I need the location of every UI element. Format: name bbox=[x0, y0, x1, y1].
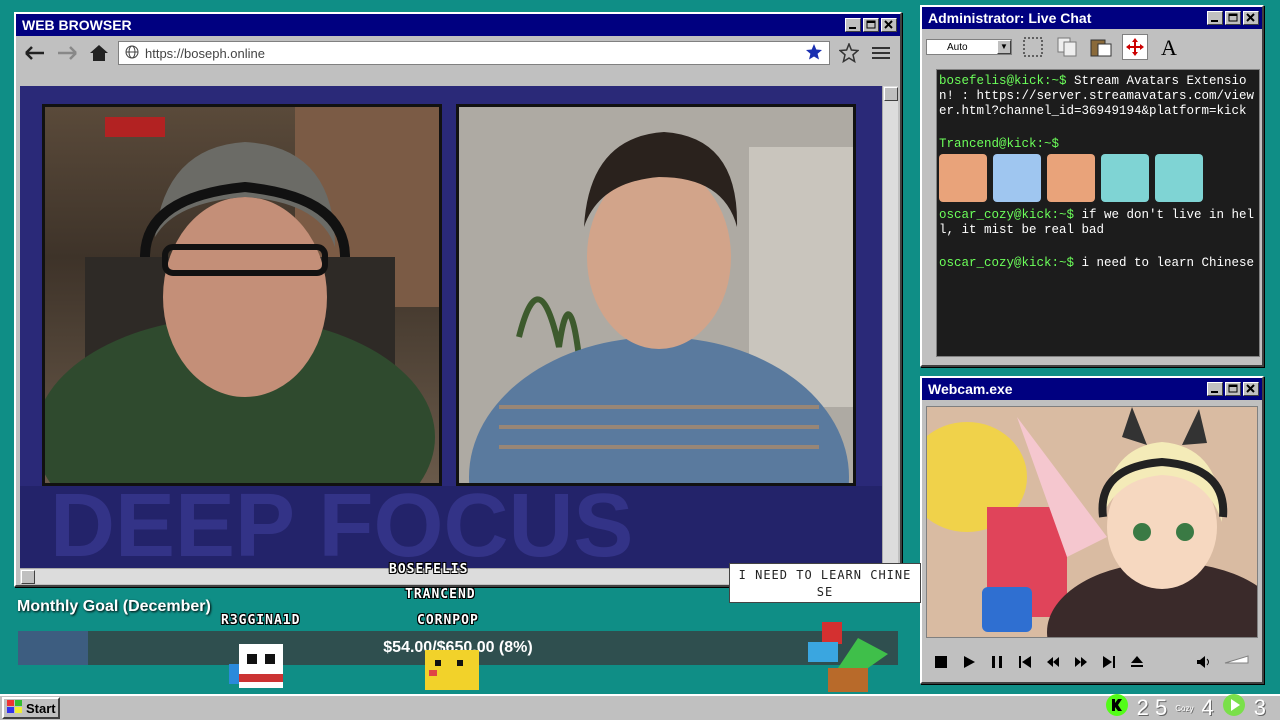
play-icon[interactable] bbox=[962, 655, 976, 669]
avatar-name-r3gginald: R3GGINA1D bbox=[221, 613, 301, 628]
pixel-avatar-pikachu bbox=[425, 650, 479, 690]
goal-title: Monthly Goal (December) bbox=[17, 598, 211, 615]
emote-row bbox=[939, 154, 1257, 202]
browser-title: WEB BROWSER bbox=[22, 17, 132, 33]
volume-slider[interactable] bbox=[1224, 653, 1250, 672]
maximize-button[interactable] bbox=[1225, 11, 1241, 25]
chat-text: i need to learn Chinese bbox=[1074, 256, 1255, 270]
pixel-avatar-plant-knight bbox=[808, 622, 888, 692]
svg-text:DEEP FOCUS: DEEP FOCUS bbox=[50, 476, 633, 568]
teal-maid-emote-icon bbox=[1155, 154, 1203, 202]
font-icon[interactable]: A bbox=[1156, 34, 1182, 60]
forward-arrow-icon[interactable] bbox=[54, 41, 80, 65]
chat-message: oscar_cozy@kick:~$ if we don't live in h… bbox=[939, 208, 1257, 238]
chat-toolbar: Auto ▼ A bbox=[922, 29, 1262, 65]
chat-username[interactable]: bosefelis@kick:~$ bbox=[939, 74, 1067, 88]
chat-username[interactable]: Trancend@kick:~$ bbox=[939, 137, 1059, 151]
minimize-button[interactable] bbox=[1207, 382, 1223, 396]
live-chat-window: Administrator: Live Chat Auto ▼ A bosefe… bbox=[920, 5, 1264, 367]
pixel-avatar-panda bbox=[229, 644, 283, 688]
paste-icon[interactable] bbox=[1088, 34, 1114, 60]
chat-log[interactable]: bosefelis@kick:~$ Stream Avatars Extensi… bbox=[936, 69, 1260, 357]
chat-message: bosefelis@kick:~$ Stream Avatars Extensi… bbox=[939, 74, 1257, 119]
kick-logo-icon[interactable] bbox=[1105, 693, 1129, 720]
webcam-titlebar[interactable]: Webcam.exe bbox=[922, 378, 1262, 400]
webcam-feed-right bbox=[456, 104, 856, 486]
chat-username[interactable]: oscar_cozy@kick:~$ bbox=[939, 256, 1074, 270]
volume-icon[interactable] bbox=[1196, 655, 1210, 669]
svg-text:A: A bbox=[1161, 36, 1177, 58]
url-text: https://boseph.online bbox=[145, 45, 265, 61]
stream-viewport: DEEP FOCUS bbox=[20, 86, 882, 568]
start-button[interactable]: Start bbox=[2, 697, 60, 719]
back-arrow-icon[interactable] bbox=[22, 41, 48, 65]
person-left-image bbox=[45, 107, 439, 483]
fast-forward-icon[interactable] bbox=[1074, 655, 1088, 669]
system-tray: 2 5 Cozy 4 3 bbox=[1105, 693, 1266, 720]
chat-titlebar[interactable]: Administrator: Live Chat bbox=[922, 7, 1262, 29]
bookmark-star-outline-icon[interactable] bbox=[836, 41, 862, 65]
webcam-window: Webcam.exe bbox=[920, 376, 1264, 684]
tray-counter-c: 3 bbox=[1253, 695, 1266, 720]
close-button[interactable] bbox=[1243, 11, 1259, 25]
webcam-feed-left bbox=[42, 104, 442, 486]
chevron-down-icon[interactable]: ▼ bbox=[997, 40, 1011, 54]
skip-forward-icon[interactable] bbox=[1102, 655, 1116, 669]
minimize-button[interactable] bbox=[1207, 11, 1223, 25]
close-button[interactable] bbox=[1243, 382, 1259, 396]
windows-logo-icon bbox=[7, 699, 23, 717]
play-circle-icon[interactable] bbox=[1222, 693, 1246, 720]
blue-hair-emote-icon bbox=[993, 154, 1041, 202]
globe-icon bbox=[125, 45, 139, 62]
zoom-select[interactable]: Auto ▼ bbox=[926, 39, 1012, 55]
select-marquee-icon[interactable] bbox=[1020, 34, 1046, 60]
vtuber-avatar-view bbox=[926, 406, 1258, 638]
anime-girl-emote-icon bbox=[1047, 154, 1095, 202]
copy-icon[interactable] bbox=[1054, 34, 1080, 60]
pause-icon[interactable] bbox=[990, 655, 1004, 669]
maximize-button[interactable] bbox=[863, 18, 879, 32]
zoom-select-value: Auto bbox=[947, 41, 968, 53]
stop-icon[interactable] bbox=[934, 655, 948, 669]
rewind-icon[interactable] bbox=[1046, 655, 1060, 669]
person-right-image bbox=[459, 107, 853, 483]
vertical-scrollbar[interactable] bbox=[882, 86, 898, 568]
browser-navbar: https://boseph.online bbox=[16, 36, 900, 70]
avatar-name-bosefelis: BOSEFELIS bbox=[389, 562, 469, 577]
maximize-button[interactable] bbox=[1225, 382, 1241, 396]
chat-message: Trancend@kick:~$ bbox=[939, 137, 1257, 152]
browser-window: WEB BROWSER https://boseph.online DEEP F… bbox=[14, 12, 902, 587]
bookmark-star-filled-icon[interactable] bbox=[805, 43, 823, 64]
browser-titlebar[interactable]: WEB BROWSER bbox=[16, 14, 900, 36]
scroll-up-arrow-icon[interactable] bbox=[884, 87, 898, 101]
skip-back-icon[interactable] bbox=[1018, 655, 1032, 669]
chat-title: Administrator: Live Chat bbox=[928, 10, 1092, 26]
avatar-speech-bubble: I NEED TO LEARN CHINE SE bbox=[729, 563, 921, 603]
start-label: Start bbox=[26, 700, 56, 716]
home-icon[interactable] bbox=[86, 41, 112, 65]
tray-cozy-label: Cozy bbox=[1175, 703, 1194, 713]
eject-icon[interactable] bbox=[1130, 655, 1144, 669]
tray-counter-a: 2 5 bbox=[1136, 695, 1168, 720]
scroll-left-arrow-icon[interactable] bbox=[21, 570, 35, 584]
chat-message: oscar_cozy@kick:~$ i need to learn Chine… bbox=[939, 256, 1257, 271]
tray-counter-b: 4 bbox=[1201, 695, 1214, 720]
menu-icon[interactable] bbox=[868, 41, 894, 65]
anime-girl-emote-icon bbox=[939, 154, 987, 202]
webcam-title: Webcam.exe bbox=[928, 381, 1013, 397]
chat-username[interactable]: oscar_cozy@kick:~$ bbox=[939, 208, 1074, 222]
minimize-button[interactable] bbox=[845, 18, 861, 32]
move-icon[interactable] bbox=[1122, 34, 1148, 60]
teal-maid-emote-icon bbox=[1101, 154, 1149, 202]
vtuber-avatar-image bbox=[927, 407, 1257, 637]
avatar-name-trancend: TRANCEND bbox=[405, 587, 476, 602]
close-button[interactable] bbox=[881, 18, 897, 32]
media-player-controls bbox=[926, 644, 1258, 680]
taskbar: Start 2 5 Cozy 4 3 bbox=[0, 694, 1280, 720]
address-bar[interactable]: https://boseph.online bbox=[118, 41, 830, 65]
avatar-name-cornpop: CORNPOP bbox=[417, 613, 479, 628]
